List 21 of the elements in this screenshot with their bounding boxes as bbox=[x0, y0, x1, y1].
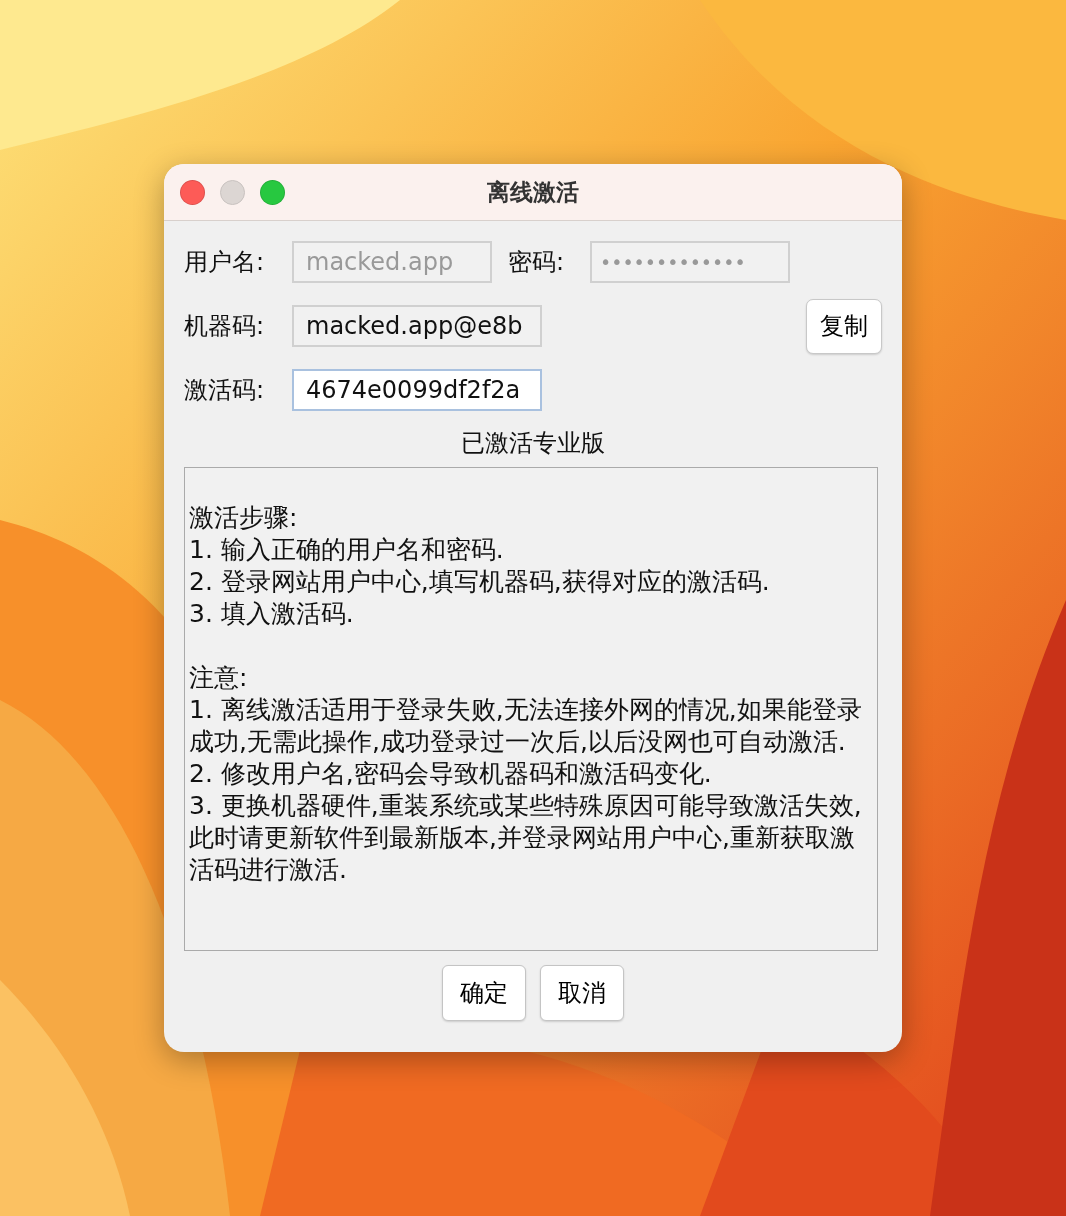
field-label: 机器码: bbox=[184, 311, 266, 342]
section-heading: 注意: bbox=[189, 662, 249, 694]
instruction-text: 2. 登录网站用户中心,填写机器码,获得对应的激活码. bbox=[189, 566, 771, 598]
window-title: 离线激活 bbox=[487, 178, 579, 205]
instruction-text: 1. 离线激活适用于登录失败,无法连接外网的情况,如果能登录成功,无需此操作,成功登录过一次后,以后没网也可自动激活. bbox=[189, 694, 863, 758]
section-heading: 激活步骤: bbox=[189, 502, 299, 534]
copy-button[interactable]: 复制 bbox=[806, 298, 882, 354]
instruction-text: 2. 修改用户名,密码会导致机器码和激活码变化. bbox=[189, 758, 713, 790]
instruction-text: 3. 填入激活码. bbox=[189, 598, 355, 630]
field-label: 用户名: bbox=[184, 247, 266, 278]
field-label: 激活码: bbox=[184, 375, 266, 406]
activation-code-field[interactable]: 4674e0099df2f2a bbox=[292, 369, 542, 411]
ok-button[interactable]: 确定 bbox=[442, 965, 526, 1021]
machine-code-field[interactable]: macked.app@e8b bbox=[292, 305, 542, 347]
close-button[interactable] bbox=[180, 179, 205, 205]
instruction-text: 1. 输入正确的用户名和密码. bbox=[189, 534, 505, 566]
cancel-button[interactable]: 取消 bbox=[540, 965, 624, 1021]
field-label: 密码: bbox=[508, 247, 566, 278]
zoom-button[interactable] bbox=[260, 179, 285, 205]
instruction-text: 3. 更换机器硬件,重装系统或某些特殊原因可能导致激活失效,此时请更新软件到最新版本,并登录网站用户中心,重新获取激活码进行激活. bbox=[189, 790, 863, 886]
status-text: 已激活专业版 bbox=[461, 428, 605, 459]
